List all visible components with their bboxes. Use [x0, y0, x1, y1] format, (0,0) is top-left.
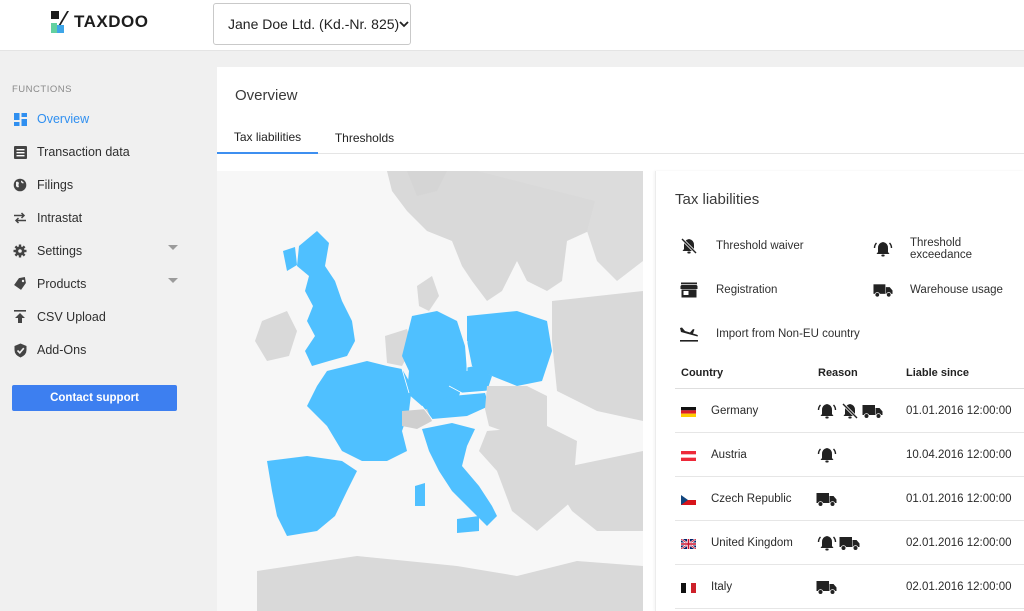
- swap-arrows-icon: [12, 210, 28, 226]
- europe-map-svg: [255, 171, 643, 611]
- country-name: Germany: [711, 405, 759, 417]
- truck-icon: [873, 281, 893, 299]
- liable-since-date: 02.01.2016 12:00:00: [906, 581, 1012, 593]
- main-card: Overview Tax liabilities Thresholds Tax …: [217, 67, 1024, 611]
- taxdoo-logo[interactable]: TAXDOO: [51, 11, 148, 33]
- legend-label: Warehouse usage: [910, 284, 1003, 296]
- table-row[interactable]: Czech Republic 01.01.2016 12:00:00: [675, 477, 1024, 521]
- sidebar-heading: FUNCTIONS: [12, 84, 72, 95]
- liable-since-date: 02.01.2016 12:00:00: [906, 537, 1012, 549]
- country-name: Czech Republic: [711, 493, 792, 505]
- europe-map[interactable]: [217, 171, 643, 611]
- chevron-down-icon: [399, 17, 409, 31]
- sidebar-item-transaction-data[interactable]: Transaction data: [12, 141, 182, 163]
- austria-flag-icon: [681, 451, 696, 461]
- country-name: Italy: [711, 581, 733, 593]
- table-row[interactable]: Austria 10.04.2016 12:00:00: [675, 433, 1024, 477]
- table-row[interactable]: Italy 02.01.2016 12:00:00: [675, 565, 1024, 609]
- sidebar-item-label: Settings: [37, 244, 83, 258]
- panel-title: Tax liabilities: [675, 191, 760, 208]
- client-select-value: Jane Doe Ltd. (Kd.-Nr. 825): [228, 16, 400, 32]
- table-row[interactable]: United Kingdom 02.01.2016 12:00:00: [675, 521, 1024, 565]
- legend-label: Registration: [716, 284, 778, 296]
- page-title: Overview: [235, 87, 298, 104]
- legend-threshold-exceedance: Threshold exceedance: [873, 237, 1024, 261]
- truck-icon: [816, 489, 837, 509]
- sidebar-item-label: CSV Upload: [37, 310, 106, 324]
- client-select[interactable]: Jane Doe Ltd. (Kd.-Nr. 825): [213, 3, 411, 45]
- bell-off-icon: [679, 237, 699, 255]
- sidebar-item-label: Intrastat: [37, 211, 83, 225]
- tax-liabilities-panel: Tax liabilities Threshold waiver Thresho…: [655, 171, 1024, 611]
- bell-off-icon: [839, 401, 860, 421]
- sidebar-item-label: Overview: [37, 112, 90, 126]
- legend-import-non-eu: Import from Non-EU country: [679, 325, 860, 343]
- flight-land-icon: [679, 325, 699, 343]
- gear-icon: [12, 243, 28, 259]
- sidebar-item-csv-upload[interactable]: CSV Upload: [12, 306, 182, 328]
- tab-tax-liabilities[interactable]: Tax liabilities: [217, 121, 318, 154]
- column-header-country[interactable]: Country: [681, 367, 723, 379]
- sidebar: FUNCTIONS Overview Transaction data Fili…: [0, 52, 194, 611]
- legend-label: Threshold waiver: [716, 240, 804, 252]
- bell-alert-icon: [873, 240, 893, 258]
- sidebar-item-intrastat[interactable]: Intrastat: [12, 207, 182, 229]
- sidebar-item-overview[interactable]: Overview: [12, 108, 182, 130]
- tag-icon: [12, 276, 28, 292]
- uk-flag-icon: [681, 539, 696, 549]
- germany-flag-icon: [681, 407, 696, 417]
- table-row[interactable]: Germany 01.01.2016 12:00:00: [675, 389, 1024, 433]
- reason-icons: [816, 489, 837, 509]
- legend-registration: Registration: [679, 281, 777, 299]
- legend-threshold-waiver: Threshold waiver: [679, 237, 804, 255]
- top-bar: TAXDOO Jane Doe Ltd. (Kd.-Nr. 825): [0, 0, 1024, 51]
- table-header: Country Reason Liable since: [675, 361, 1024, 389]
- liable-since-date: 10.04.2016 12:00:00: [906, 449, 1012, 461]
- sidebar-item-products[interactable]: Products: [12, 273, 182, 295]
- caret-down-icon: [168, 245, 178, 250]
- tab-bar: Tax liabilities Thresholds: [217, 121, 1024, 154]
- dashboard-icon: [12, 111, 28, 127]
- shield-check-icon: [12, 342, 28, 358]
- store-icon: [679, 281, 699, 299]
- italy-flag-icon: [681, 583, 696, 593]
- bell-alert-icon: [816, 533, 837, 553]
- truck-icon: [839, 533, 860, 553]
- taxdoo-logo-mark-icon: [51, 11, 69, 33]
- legend-label: Threshold exceedance: [910, 237, 973, 261]
- logo-text: TAXDOO: [74, 12, 149, 31]
- sidebar-item-settings[interactable]: Settings: [12, 240, 182, 262]
- sidebar-item-label: Filings: [37, 178, 74, 192]
- column-header-reason[interactable]: Reason: [818, 367, 858, 379]
- globe-icon: [12, 177, 28, 193]
- upload-icon: [12, 309, 28, 325]
- contact-support-button[interactable]: Contact support: [12, 385, 177, 411]
- reason-icons: [816, 445, 837, 465]
- bell-alert-icon: [816, 445, 837, 465]
- truck-icon: [862, 401, 883, 421]
- country-name: Austria: [711, 449, 747, 461]
- truck-icon: [816, 577, 837, 597]
- sidebar-item-label: Add-Ons: [37, 343, 87, 357]
- legend-label: Import from Non-EU country: [716, 328, 860, 340]
- tab-thresholds[interactable]: Thresholds: [327, 121, 402, 154]
- list-icon: [12, 144, 28, 160]
- czech-flag-icon: [681, 495, 696, 505]
- legend-warehouse-usage: Warehouse usage: [873, 281, 1003, 299]
- bell-alert-icon: [816, 401, 837, 421]
- column-header-liable-since[interactable]: Liable since: [906, 367, 969, 379]
- reason-icons: [816, 577, 837, 597]
- sidebar-item-filings[interactable]: Filings: [12, 174, 182, 196]
- liable-since-date: 01.01.2016 12:00:00: [906, 405, 1012, 417]
- sidebar-item-label: Transaction data: [37, 145, 130, 159]
- country-name: United Kingdom: [711, 537, 793, 549]
- liable-since-date: 01.01.2016 12:00:00: [906, 493, 1012, 505]
- caret-down-icon: [168, 278, 178, 283]
- reason-icons: [816, 533, 860, 553]
- sidebar-item-add-ons[interactable]: Add-Ons: [12, 339, 182, 361]
- sidebar-item-label: Products: [37, 277, 87, 291]
- reason-icons: [816, 401, 883, 421]
